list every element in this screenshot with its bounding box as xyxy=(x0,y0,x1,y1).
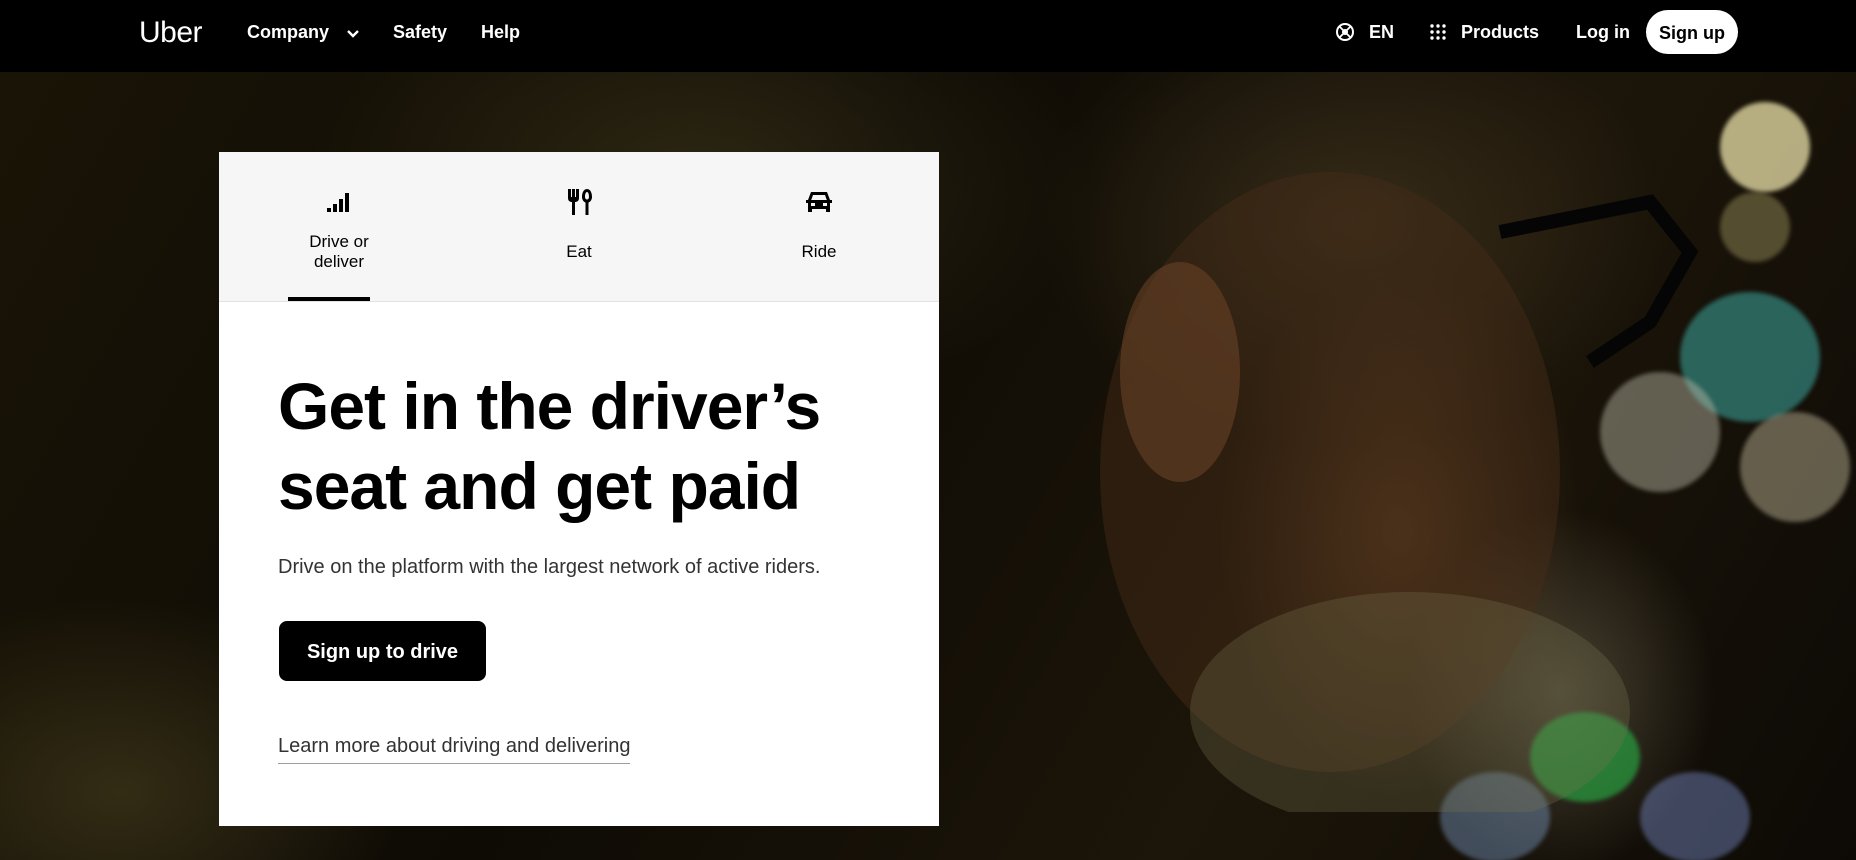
tab-drive-or-deliver[interactable]: Drive or deliver xyxy=(219,152,459,302)
globe-icon xyxy=(1336,23,1354,41)
tab-ride[interactable]: Ride xyxy=(699,152,939,302)
sign-up-to-drive-button[interactable]: Sign up to drive xyxy=(279,621,486,681)
tab-label: Ride xyxy=(801,242,837,261)
top-navigation: Uber Company Safety Help EN Products Log… xyxy=(0,0,1856,72)
uber-logo[interactable]: Uber xyxy=(139,16,203,50)
car-icon xyxy=(806,192,832,212)
products-label: Products xyxy=(1461,22,1540,42)
language-selector[interactable]: EN xyxy=(1335,20,1394,44)
page-title: Get in the driver’s seat and get paid xyxy=(278,369,821,523)
chevron-down-icon xyxy=(346,21,360,45)
help-link[interactable]: Help xyxy=(481,20,520,44)
tab-eat[interactable]: Eat xyxy=(459,152,699,302)
login-link[interactable]: Log in xyxy=(1576,20,1630,44)
safety-link[interactable]: Safety xyxy=(393,20,447,44)
grid-dots-icon xyxy=(1430,24,1446,40)
company-menu-label: Company xyxy=(247,22,330,42)
fork-spoon-icon xyxy=(568,189,592,215)
bokeh-light xyxy=(1720,192,1790,262)
tab-strip: Drive or deliver Eat Ride xyxy=(219,152,939,302)
products-menu[interactable]: Products xyxy=(1429,20,1539,44)
bokeh-light xyxy=(1740,412,1850,522)
learn-more-link[interactable]: Learn more about driving and delivering xyxy=(278,733,631,764)
tab-label: Drive or deliver xyxy=(309,232,369,271)
company-menu[interactable]: Company xyxy=(247,20,360,45)
driver-silhouette xyxy=(1100,172,1699,812)
signup-button[interactable]: Sign up xyxy=(1646,10,1738,54)
bokeh-light xyxy=(1720,102,1810,192)
signal-bars-icon xyxy=(327,193,349,212)
active-tab-indicator xyxy=(288,297,370,301)
language-label: EN xyxy=(1369,22,1395,42)
tab-label: Eat xyxy=(566,242,592,261)
hero-card: Drive or deliver Eat Ride Get in the dri… xyxy=(219,152,939,826)
hero-subtext: Drive on the platform with the largest n… xyxy=(278,556,821,578)
